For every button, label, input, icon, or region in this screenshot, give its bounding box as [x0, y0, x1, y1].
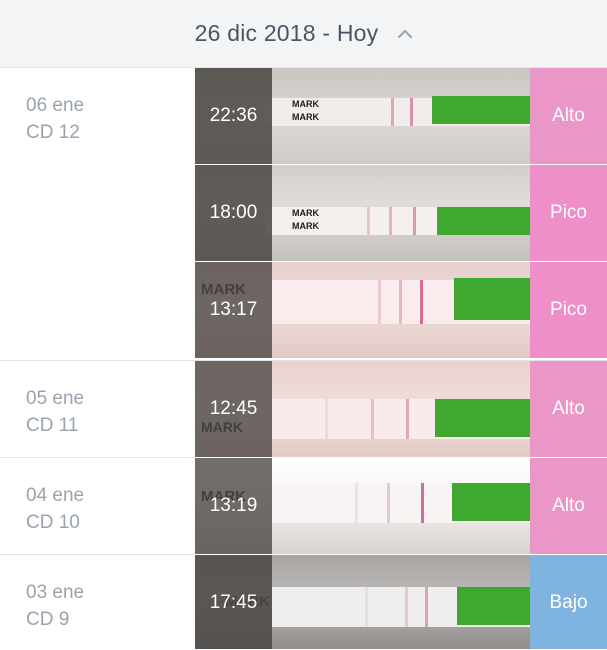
entry-time: 12:45 — [209, 398, 258, 419]
mark-label: MARK — [292, 99, 319, 109]
lh-level-badge: Alto — [530, 68, 607, 164]
date-range-header[interactable]: 26 dic 2018 - Hoy — [0, 0, 607, 68]
lh-level-badge: Pico — [530, 262, 607, 358]
day-date: 06 ene — [26, 95, 85, 116]
test-entry[interactable]: MARK MARK 18:00 Pico — [195, 165, 607, 262]
cycle-day: CD 10 — [26, 512, 80, 533]
lh-level-badge: Alto — [530, 361, 607, 457]
cycle-day: CD 12 — [26, 122, 80, 143]
day-date: 05 ene — [26, 388, 85, 409]
day-date: 03 ene — [26, 582, 85, 603]
cycle-day: CD 9 — [26, 609, 70, 630]
entry-time: 13:19 — [209, 495, 258, 516]
test-entry[interactable]: MARK MARK 22:36 Alto — [195, 68, 607, 165]
lh-level-badge: Alto — [530, 458, 607, 554]
date-range-title: 26 dic 2018 - Hoy — [194, 20, 379, 46]
test-entry[interactable]: MARK 13:19 Alto — [195, 458, 607, 555]
cycle-day: CD 11 — [26, 415, 79, 436]
entry-time: 13:17 — [209, 299, 258, 320]
day-label: 05 ene CD 11 — [26, 385, 84, 439]
mark-label: MARK — [292, 221, 319, 231]
chevron-up-icon[interactable] — [398, 27, 413, 41]
lh-level-badge: Pico — [530, 165, 607, 261]
test-entry[interactable]: MARK 17:45 Bajo — [195, 555, 607, 650]
entry-time: 18:00 — [209, 202, 258, 223]
entry-time: 22:36 — [209, 105, 258, 126]
test-entry[interactable]: MARK 13:17 Pico — [195, 262, 607, 359]
day-date: 04 ene — [26, 485, 85, 506]
mark-label: MARK — [292, 208, 319, 218]
day-label: 06 ene CD 12 — [26, 92, 84, 146]
entry-time: 17:45 — [209, 591, 258, 613]
mark-label: MARK — [292, 112, 319, 122]
day-label: 04 ene CD 10 — [26, 482, 84, 536]
test-entry[interactable]: MARK 12:45 Alto — [195, 361, 607, 458]
lh-level-badge: Bajo — [530, 555, 607, 649]
day-label: 03 ene CD 9 — [26, 579, 84, 633]
